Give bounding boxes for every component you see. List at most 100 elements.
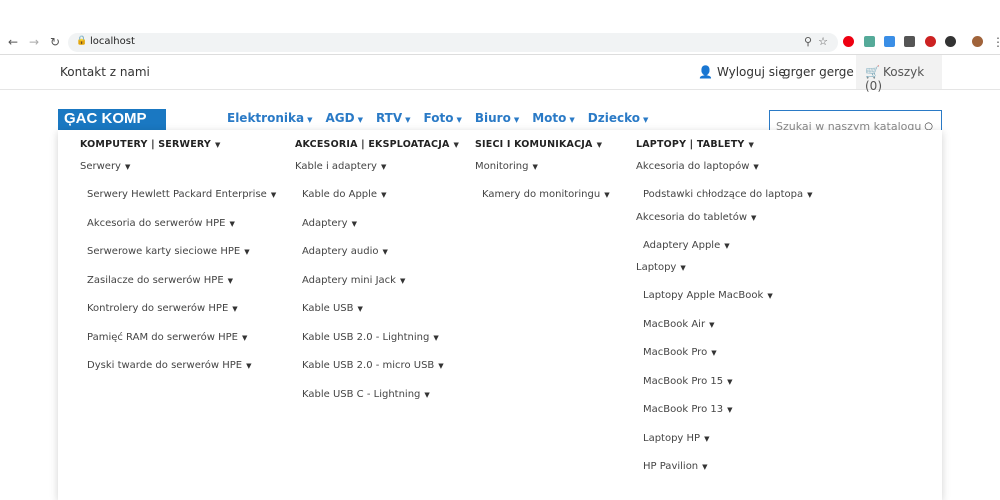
menu-item[interactable]: Adaptery audio ▼ (295, 240, 459, 269)
menu-item[interactable]: MacBook Pro 13 ▼ (636, 398, 812, 427)
caret-down-icon: ▼ (438, 362, 444, 370)
menu-item[interactable]: Laptopy HP ▼ (636, 427, 812, 456)
cart-icon: 🛒 (865, 65, 880, 79)
caret-down-icon: ▼ (513, 116, 520, 124)
menu-label: Serwery (80, 161, 121, 172)
nav-item[interactable]: RTV ▼ (376, 111, 411, 125)
lock-icon: 🔒 (76, 36, 88, 46)
nav-item[interactable]: Dziecko ▼ (588, 111, 649, 125)
extension-icon[interactable] (904, 36, 915, 47)
menu-column: KOMPUTERY | SERWERY ▼ Serwery ▼ Serwery Hewl… (80, 139, 276, 383)
menu-label: MacBook Pro 15 (643, 375, 724, 387)
nav-item[interactable]: Biuro ▼ (475, 111, 519, 125)
caret-down-icon: ▼ (680, 264, 686, 272)
caret-down-icon: ▼ (270, 191, 277, 199)
nav-item[interactable]: Moto ▼ (532, 111, 575, 125)
menu-item[interactable]: Serwery Hewlett Packard Enterprise ▼ (80, 183, 276, 212)
caret-down-icon: ▼ (753, 163, 759, 171)
menu-item[interactable]: Zasilacze do serwerów HPE ▼ (80, 269, 276, 298)
menu-item[interactable]: Adaptery mini Jack ▼ (295, 269, 459, 298)
nav-item-label: Foto (423, 111, 454, 125)
menu-label: Zasilacze do serwerów HPE (87, 274, 224, 286)
caret-down-icon: ▼ (357, 305, 363, 313)
menu-item[interactable]: Kable USB C - Lightning ▼ (295, 383, 459, 412)
cart-button[interactable]: 🛒 Koszyk (0) (856, 55, 942, 93)
reload-icon[interactable]: ↻ (50, 35, 60, 49)
menu-item[interactable]: Kamery do monitoringu ▼ (475, 183, 610, 212)
menu-item[interactable]: Dyski twarde do serwerów HPE ▼ (80, 354, 276, 383)
menu-label: Laptopy (636, 262, 677, 273)
menu-item[interactable]: Akcesoria do serwerów HPE ▼ (80, 212, 276, 241)
menu-dots-icon[interactable]: ⋮ (992, 35, 1000, 49)
menu-label: Adaptery (302, 217, 348, 229)
extension-icon[interactable] (925, 36, 936, 47)
caret-down-icon: ▼ (569, 116, 575, 124)
caret-down-icon: ▼ (807, 191, 813, 199)
bookmark-star-icon[interactable]: ☆ (818, 35, 828, 48)
menu-subcategory[interactable]: Akcesoria do laptopów ▼ (636, 161, 812, 183)
nav-item[interactable]: Foto ▼ (424, 111, 462, 125)
user-name[interactable]: grger gerge (783, 65, 854, 79)
profile-avatar[interactable] (972, 36, 983, 47)
menu-item[interactable]: Adaptery Apple ▼ (636, 234, 812, 263)
caret-down-icon: ▼ (246, 362, 252, 370)
menu-category-header[interactable]: AKCESORIA | EKSPLOATACJA ▼ (295, 139, 459, 161)
menu-label: Serwery Hewlett Packard Enterprise (87, 189, 267, 200)
menu-label: MacBook Air (643, 318, 706, 330)
menu-item[interactable]: Kable USB 2.0 - micro USB ▼ (295, 354, 459, 383)
menu-column: AKCESORIA | EKSPLOATACJA ▼ Kable i adapter… (295, 139, 459, 411)
menu-subcategory[interactable]: Akcesoria do tabletów ▼ (636, 212, 812, 234)
menu-label: MacBook Pro 13 (643, 404, 724, 415)
menu-item[interactable]: HP Pavilion ▼ (636, 455, 812, 484)
menu-subcategory[interactable]: Laptopy ▼ (636, 262, 812, 284)
logout-link[interactable]: 👤 Wyloguj się (698, 65, 786, 79)
menu-label: Podstawki chłodzące do laptopa (643, 189, 804, 200)
menu-category-header[interactable]: KOMPUTERY | SERWERY ▼ (80, 139, 276, 161)
menu-item[interactable]: MacBook Air ▼ (636, 313, 812, 342)
caret-down-icon: ▼ (381, 191, 387, 199)
menu-item[interactable]: Kable USB 2.0 - Lightning ▼ (295, 326, 459, 355)
logo[interactable]: ĢAC KOMP (58, 109, 166, 130)
menu-subcategory[interactable]: Serwery ▼ (80, 161, 276, 183)
menu-item[interactable]: Kontrolery do serwerów HPE ▼ (80, 297, 276, 326)
caret-down-icon: ▼ (124, 163, 131, 171)
nav-item-label: RTV (375, 111, 403, 125)
contact-link[interactable]: Kontakt z nami (60, 65, 150, 79)
caret-down-icon: ▼ (241, 333, 248, 342)
menu-subcategory[interactable]: Kable i adaptery ▼ (295, 161, 459, 183)
menu-item[interactable]: Podstawki chłodzące do laptopa ▼ (636, 183, 812, 212)
extension-icon[interactable] (945, 36, 956, 47)
caret-down-icon: ▼ (604, 191, 610, 199)
caret-down-icon: ▼ (307, 116, 313, 124)
caret-down-icon: ▼ (214, 141, 221, 149)
menu-item[interactable]: Laptopy Apple MacBook ▼ (636, 284, 812, 313)
opera-extension-icon[interactable] (843, 36, 854, 47)
menu-category-header[interactable]: LAPTOPY | TABLETY ▼ (636, 139, 812, 161)
nav-item[interactable]: Elektronika ▼ (227, 111, 312, 125)
menu-label: Akcesoria do tabletów (636, 211, 747, 223)
address-bar[interactable]: 🔒 localhost ⚲ ☆ (68, 33, 838, 52)
menu-item[interactable]: Kable do Apple ▼ (295, 183, 459, 212)
menu-column: SIECI I KOMUNIKACJA ▼ Monitoring ▼ Kamery do… (475, 139, 610, 212)
zoom-icon[interactable]: ⚲ (804, 35, 812, 48)
extension-icon[interactable] (884, 36, 895, 47)
menu-item[interactable]: Pamięć RAM do serwerów HPE ▼ (80, 326, 276, 355)
back-icon[interactable]: ← (8, 35, 18, 49)
menu-category-header[interactable]: SIECI I KOMUNIKACJA ▼ (475, 139, 610, 161)
menu-label: Kable USB (302, 303, 354, 314)
menu-item[interactable]: Serwerowe karty sieciowe HPE ▼ (80, 240, 276, 269)
extension-icon[interactable] (864, 36, 875, 47)
menu-item[interactable]: Kable USB ▼ (295, 297, 459, 326)
caret-down-icon: ▼ (380, 163, 387, 171)
menu-subcategory[interactable]: Monitoring ▼ (475, 161, 610, 183)
forward-icon[interactable]: → (29, 35, 39, 49)
menu-item[interactable]: Adaptery ▼ (295, 212, 459, 241)
nav-item[interactable]: AGD ▼ (325, 111, 363, 125)
caret-down-icon: ▼ (456, 116, 462, 124)
nav-item-label: AGD (325, 111, 355, 125)
menu-item[interactable]: MacBook Pro ▼ (636, 341, 812, 370)
menu-item[interactable]: MacBook Pro 15 ▼ (636, 370, 812, 399)
menu-label: Kamery do monitoringu (482, 189, 601, 200)
caret-down-icon: ▼ (229, 219, 235, 228)
menu-label: Laptopy Apple MacBook (643, 290, 764, 301)
